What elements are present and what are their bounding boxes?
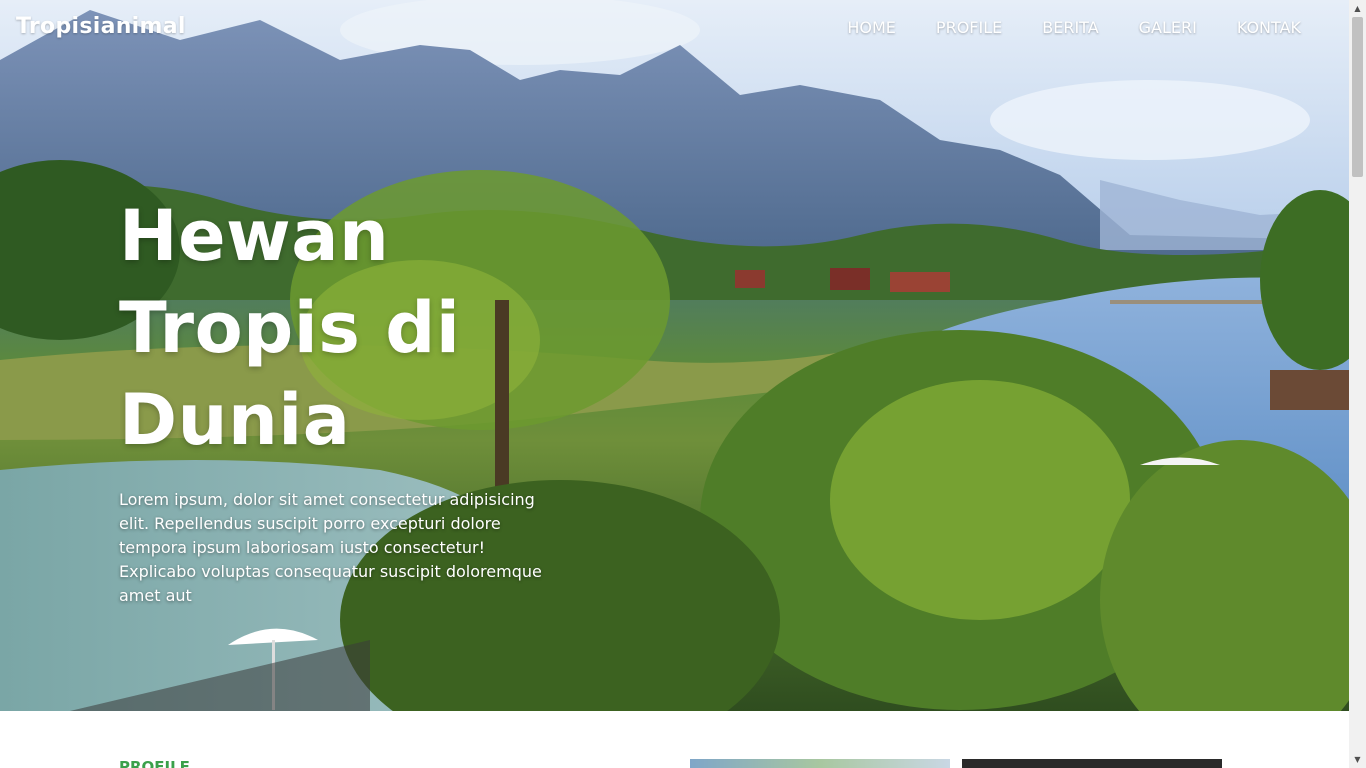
profile-section-label: PROFILE [119,758,190,768]
nav-link-galeri[interactable]: GALERI [1139,18,1197,37]
hero-title-line2: Tropis di Dunia [119,287,461,461]
nav-link-profile[interactable]: PROFILE [936,18,1002,37]
hero-description: Lorem ipsum, dolor sit amet consectetur … [119,490,542,605]
nav-link-kontak[interactable]: KONTAK [1237,18,1301,37]
scrollbar-thumb[interactable] [1352,17,1363,177]
profile-image-1 [690,759,950,768]
nav-link-berita[interactable]: BERITA [1042,18,1098,37]
vertical-scrollbar[interactable]: ▲ ▼ [1349,0,1366,768]
hero-title-line1: Hewan [119,195,390,277]
nav-menu: HOME PROFILE BERITA GALERI KONTAK [807,18,1301,37]
triangle-up-icon[interactable]: ▲ [1349,0,1366,17]
profile-image-2 [962,759,1222,768]
top-navbar: Tropisianimal HOME PROFILE BERITA GALERI… [0,0,1349,56]
brand-logo[interactable]: Tropisianimal [16,14,186,39]
hero-title: Hewan Tropis di Dunia [119,190,679,466]
triangle-down-icon[interactable]: ▼ [1349,751,1366,768]
page: Tropisianimal HOME PROFILE BERITA GALERI… [0,0,1349,768]
hero-content: Hewan Tropis di Dunia Lorem ipsum, dolor… [119,190,679,608]
hero-section: Tropisianimal HOME PROFILE BERITA GALERI… [0,0,1349,711]
nav-link-home[interactable]: HOME [847,18,896,37]
